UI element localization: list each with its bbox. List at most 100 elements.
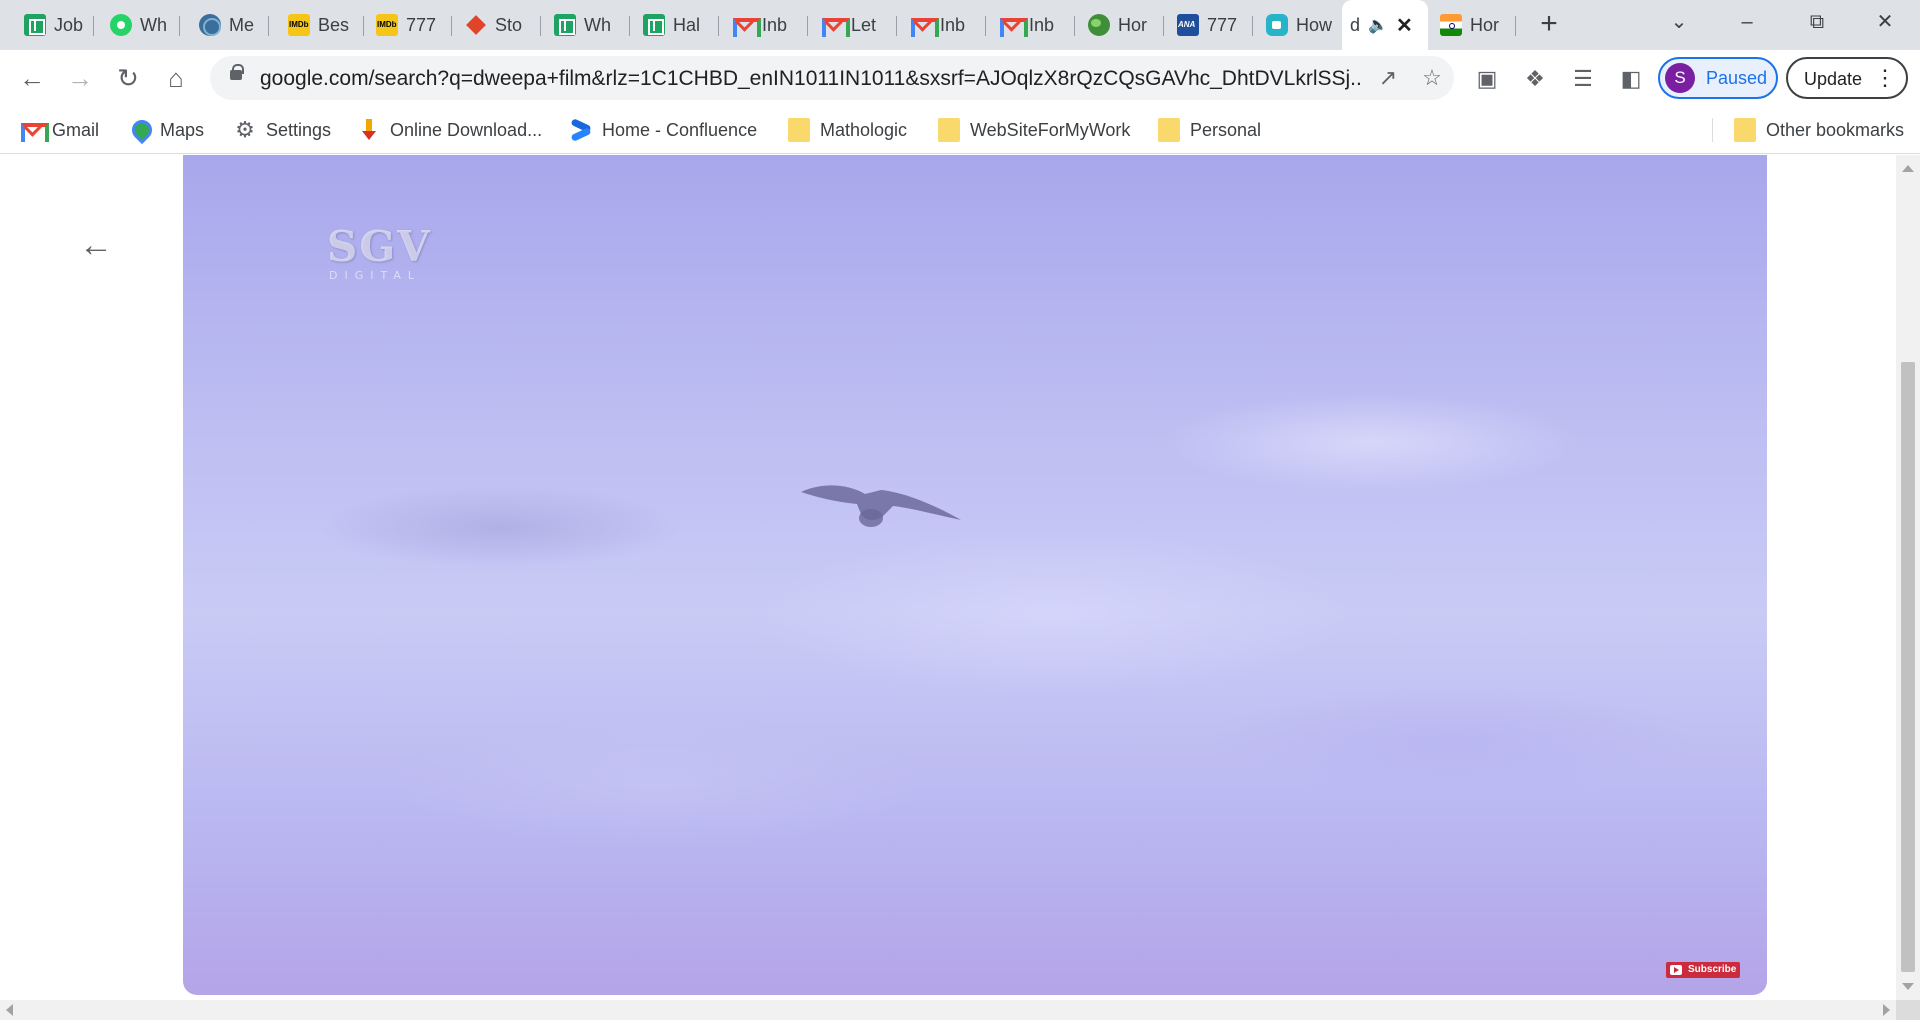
tab-me[interactable]: Me xyxy=(189,8,269,42)
tab-label: Hal xyxy=(673,14,701,35)
maps-icon xyxy=(128,119,150,141)
tab-separator xyxy=(718,16,719,36)
update-button[interactable]: Update ⋮ xyxy=(1786,57,1908,99)
tab-label: Wh xyxy=(140,14,167,35)
tab-active-dweepa[interactable]: d 🔈 ✕ xyxy=(1342,0,1428,50)
tab-imdb-777[interactable]: 777 xyxy=(366,8,452,42)
tab-label: Wh xyxy=(584,14,611,35)
tab-ana-777[interactable]: 777 xyxy=(1167,8,1253,42)
bookmark-other-bookmarks[interactable]: Other bookmarks xyxy=(1734,116,1904,144)
tab-label: d xyxy=(1350,14,1361,35)
tab-separator xyxy=(540,16,541,36)
forward-button[interactable]: → xyxy=(62,60,98,96)
tab-gmail-let[interactable]: Let xyxy=(811,8,897,42)
scroll-right-icon[interactable] xyxy=(1883,1004,1890,1016)
side-panel-icon[interactable]: ◧ xyxy=(1616,64,1646,94)
bookmark-label: Online Download... xyxy=(390,119,543,140)
bookmark-maps[interactable]: Maps xyxy=(128,116,204,144)
address-bar[interactable]: google.com/search?q=dweepa+film&rlz=1C1C… xyxy=(210,56,1454,100)
profile-button[interactable]: S Paused xyxy=(1658,57,1778,99)
bookmark-settings[interactable]: ⚙ Settings xyxy=(234,116,331,144)
tab-gmail-inbox-2[interactable]: Inb xyxy=(900,8,986,42)
watermark-logo: SGV xyxy=(327,222,432,271)
back-button[interactable]: ← xyxy=(14,60,50,96)
bookmark-star-icon[interactable]: ☆ xyxy=(1418,64,1446,92)
bookmarks-bar: Gmail Maps ⚙ Settings Online Download...… xyxy=(0,106,1920,154)
close-window-button[interactable]: ✕ xyxy=(1850,0,1920,44)
extension-icon[interactable]: ▣ xyxy=(1472,64,1502,94)
folder-icon xyxy=(1158,118,1180,142)
bookmark-label: Other bookmarks xyxy=(1766,119,1905,140)
tab-separator xyxy=(363,16,364,36)
bookmarks-divider xyxy=(1712,118,1713,142)
tab-label: Hor xyxy=(1118,14,1148,35)
bookmark-label: Gmail xyxy=(52,119,100,140)
menu-kebab-icon[interactable]: ⋮ xyxy=(1874,65,1896,91)
tab-gmail-inbox-1[interactable]: Inb xyxy=(722,8,808,42)
extensions-puzzle-icon[interactable]: ❖ xyxy=(1520,64,1550,94)
tab-label: Let xyxy=(851,14,877,35)
tab-sto[interactable]: Sto xyxy=(455,8,541,42)
scroll-down-icon[interactable] xyxy=(1902,983,1914,990)
url-text[interactable]: google.com/search?q=dweepa+film&rlz=1C1C… xyxy=(260,67,1360,91)
tab-meet-how[interactable]: How xyxy=(1256,8,1342,42)
gear-icon: ⚙ xyxy=(235,117,255,142)
scrollbar-thumb[interactable] xyxy=(1901,362,1915,972)
scroll-up-icon[interactable] xyxy=(1902,165,1914,172)
tab-imdb-best[interactable]: Bes xyxy=(278,8,364,42)
tab-sheets-wh[interactable]: Wh xyxy=(544,8,630,42)
restore-button[interactable]: ⧉ xyxy=(1782,0,1852,44)
bookmark-folder-websiteformywork[interactable]: WebSiteForMyWork xyxy=(938,116,1130,144)
tab-whatsapp[interactable]: Wh xyxy=(100,8,180,42)
scroll-left-icon[interactable] xyxy=(6,1004,13,1016)
tab-separator xyxy=(268,16,269,36)
bird-silhouette xyxy=(801,485,961,527)
bookmark-confluence[interactable]: Home - Confluence xyxy=(570,116,757,144)
audio-playing-icon[interactable]: 🔈 xyxy=(1368,15,1388,35)
bookmark-label: Mathologic xyxy=(820,119,908,140)
close-tab-icon[interactable]: ✕ xyxy=(1396,13,1413,38)
tab-sheets-hal[interactable]: Hal xyxy=(633,8,719,42)
new-tab-button[interactable]: + xyxy=(1532,8,1566,42)
subscribe-button[interactable]: Subscribe xyxy=(1666,962,1741,978)
share-icon[interactable]: ↗ xyxy=(1374,64,1402,92)
tab-strip: Job Wh Me Bes 777 Sto Wh Hal Inb xyxy=(0,0,1920,50)
gmail-icon xyxy=(999,14,1028,37)
tab-job[interactable]: Job xyxy=(14,8,94,42)
media-control-icon[interactable]: ☰ xyxy=(1568,64,1598,94)
tab-india-hor[interactable]: Hor xyxy=(1430,8,1516,42)
confluence-icon xyxy=(570,119,592,141)
folder-icon xyxy=(788,118,810,142)
bookmark-folder-personal[interactable]: Personal xyxy=(1158,116,1261,144)
back-arrow-icon[interactable]: ← xyxy=(78,227,114,263)
tab-hor-earth[interactable]: Hor xyxy=(1078,8,1164,42)
horizontal-scrollbar[interactable] xyxy=(0,1000,1896,1020)
lock-icon[interactable] xyxy=(230,64,244,80)
bookmark-label: WebSiteForMyWork xyxy=(970,119,1131,140)
home-button[interactable]: ⌂ xyxy=(158,60,194,96)
bookmark-label: Settings xyxy=(266,119,332,140)
tab-gmail-inbox-3[interactable]: Inb xyxy=(989,8,1075,42)
google-sheets-icon xyxy=(24,14,46,36)
tab-separator xyxy=(451,16,452,36)
tab-separator xyxy=(1252,16,1253,36)
channel-watermark: SGV DIGITAL xyxy=(327,222,432,283)
vertical-scrollbar[interactable] xyxy=(1896,155,1920,1000)
tab-label: 777 xyxy=(1207,14,1238,35)
profile-status: Paused xyxy=(1706,68,1768,88)
tab-separator xyxy=(985,16,986,36)
tab-search-chevron-down-icon[interactable]: ⌄ xyxy=(1644,0,1714,44)
bookmark-folder-mathologic[interactable]: Mathologic xyxy=(788,116,907,144)
whatsapp-icon xyxy=(110,14,132,36)
scrollbar-corner xyxy=(1896,1000,1920,1020)
update-label: Update xyxy=(1804,69,1863,89)
minimize-button[interactable]: – xyxy=(1712,0,1782,44)
page-content: ← SGV DIGITAL Subscribe xyxy=(0,155,1896,1000)
gmail-icon xyxy=(732,14,761,37)
bookmark-online-download[interactable]: Online Download... xyxy=(358,116,542,144)
google-meet-icon xyxy=(1266,14,1288,36)
diamond-icon xyxy=(465,14,487,36)
reload-button[interactable]: ↻ xyxy=(110,60,146,96)
bookmark-gmail[interactable]: Gmail xyxy=(20,116,99,144)
video-player[interactable]: SGV DIGITAL Subscribe xyxy=(183,155,1767,995)
